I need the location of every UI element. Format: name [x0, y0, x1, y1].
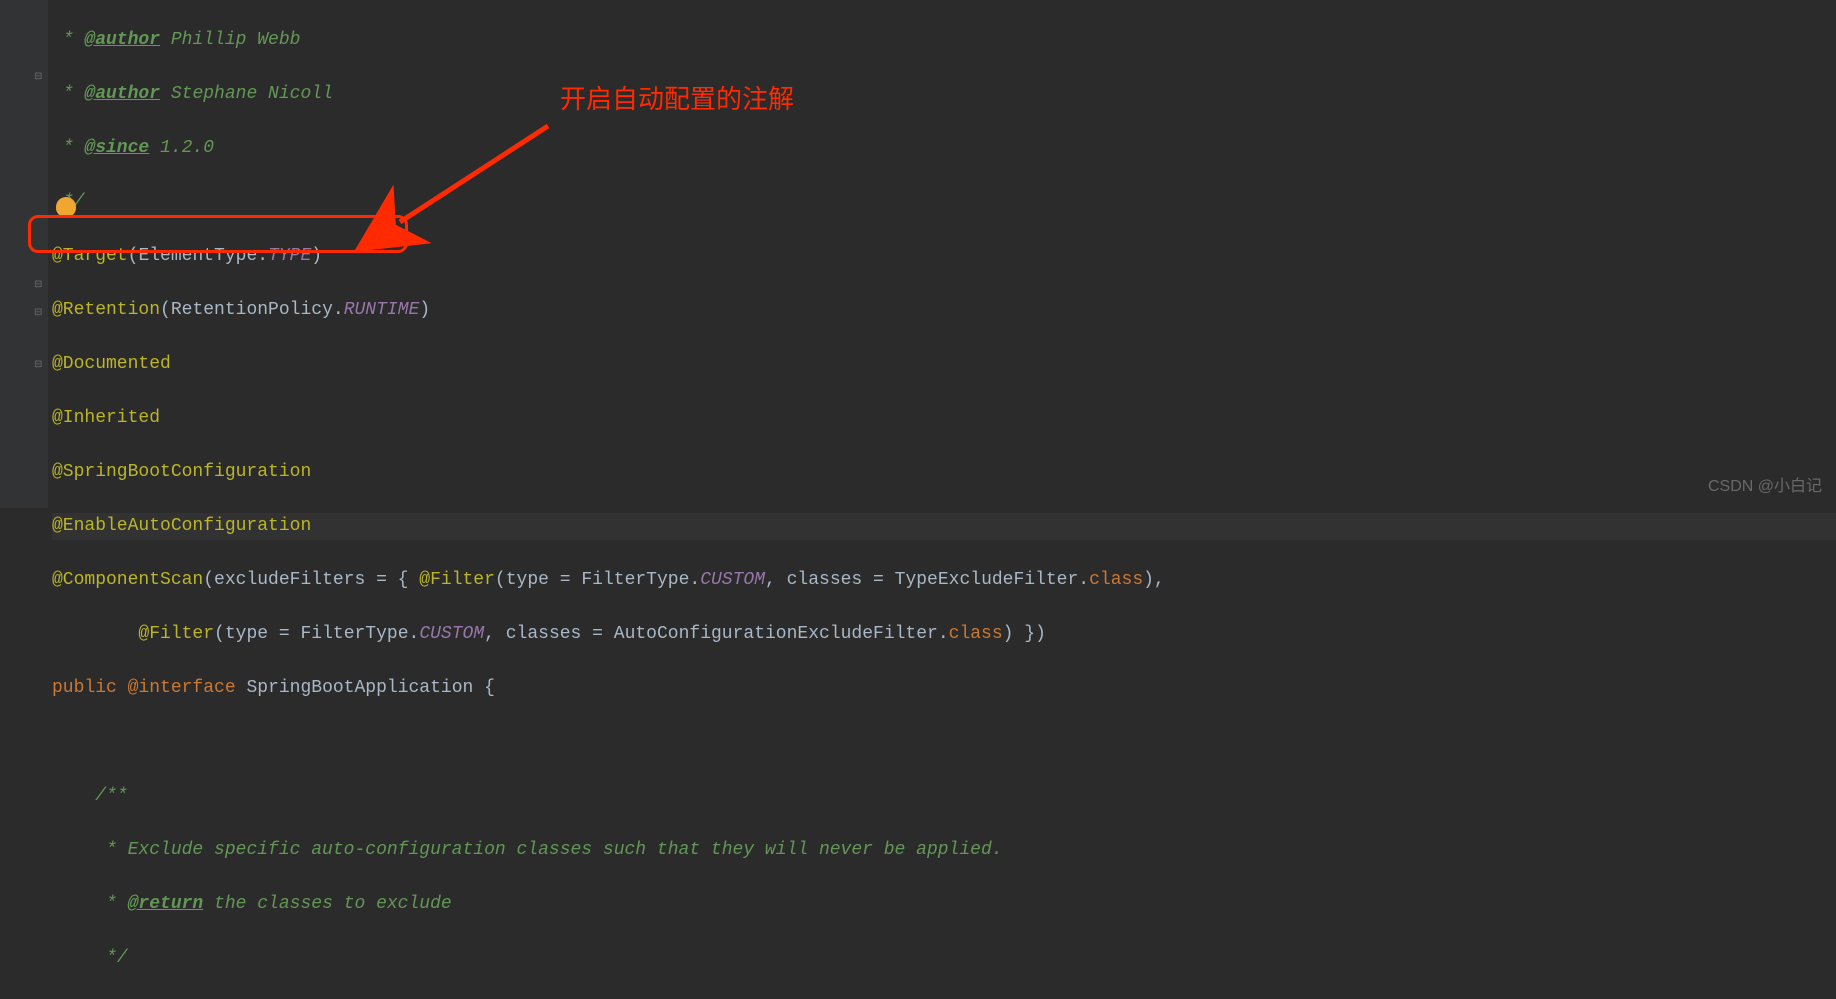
fold-marker-icon[interactable]: ⊟ — [34, 360, 46, 372]
code-line: @SpringBootConfiguration — [52, 459, 1836, 486]
code-line: public @interface SpringBootApplication … — [52, 675, 1836, 702]
code-line-highlighted: @EnableAutoConfiguration — [52, 513, 1836, 540]
code-line: @ComponentScan(excludeFilters = { @Filte… — [52, 567, 1836, 594]
code-line: * @since 1.2.0 — [52, 135, 1836, 162]
fold-marker-icon[interactable]: ⊟ — [34, 72, 46, 84]
code-line: */ — [52, 189, 1836, 216]
code-line: * @return the classes to exclude — [52, 891, 1836, 918]
code-line: @Target(ElementType.TYPE) — [52, 243, 1836, 270]
code-line: * Exclude specific auto-configuration cl… — [52, 837, 1836, 864]
code-line: @Retention(RetentionPolicy.RUNTIME) — [52, 297, 1836, 324]
code-line: @Filter(type = FilterType.CUSTOM, classe… — [52, 621, 1836, 648]
code-line: * @author Stephane Nicoll — [52, 81, 1836, 108]
fold-marker-icon[interactable]: ⊟ — [34, 308, 46, 320]
code-line: @Documented — [52, 351, 1836, 378]
code-line: /** — [52, 783, 1836, 810]
fold-marker-icon[interactable]: ⊟ — [34, 280, 46, 292]
intention-bulb-icon[interactable] — [56, 197, 76, 217]
code-line: @Inherited — [52, 405, 1836, 432]
watermark: CSDN @小白记 — [1708, 473, 1822, 500]
code-editor[interactable]: * @author Phillip Webb * @author Stephan… — [48, 0, 1836, 508]
code-line: * @author Phillip Webb — [52, 27, 1836, 54]
code-line — [52, 729, 1836, 756]
code-line: */ — [52, 945, 1836, 972]
